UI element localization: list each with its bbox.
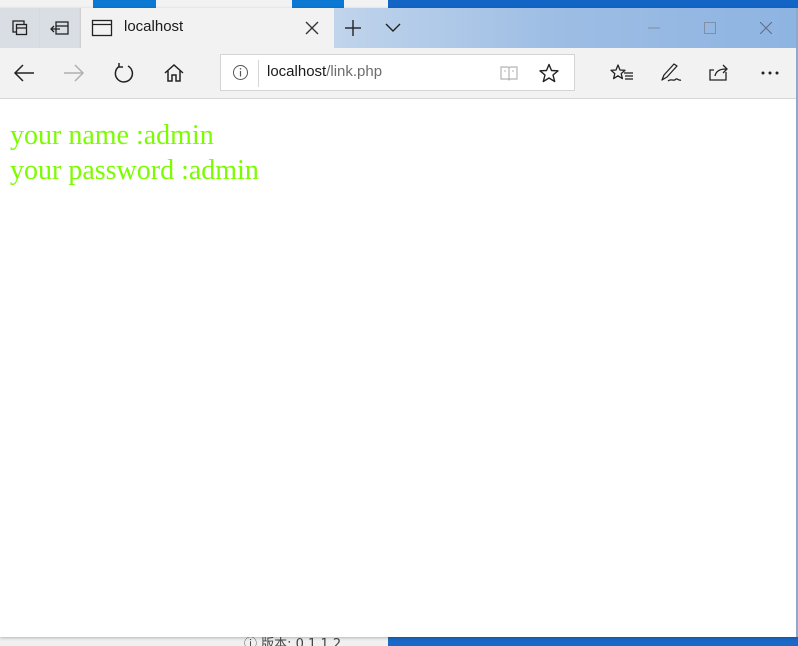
desktop-background-bottom: ⓘ 版本: 0.1.1.2 (0, 637, 798, 646)
forward-button[interactable] (58, 57, 90, 89)
address-url[interactable]: localhost/link.php (267, 63, 382, 80)
tab-preview-button[interactable] (40, 8, 79, 48)
address-divider (258, 60, 259, 87)
favorite-star-icon[interactable] (539, 63, 559, 83)
set-aside-tabs-icon (11, 19, 29, 37)
password-line: your password :admin (10, 155, 259, 186)
page-icon (91, 18, 113, 38)
close-window-button[interactable] (738, 8, 794, 48)
forward-arrow-icon (63, 64, 85, 82)
home-button[interactable] (158, 57, 190, 89)
tab-list-chevron-icon (384, 22, 402, 34)
share-button[interactable] (704, 57, 736, 89)
pen-icon (659, 62, 683, 84)
set-aside-tabs-button[interactable] (0, 8, 39, 48)
share-icon (708, 63, 732, 83)
refresh-button[interactable] (108, 57, 140, 89)
desktop-strip (93, 0, 156, 8)
home-icon (163, 63, 185, 83)
desktop-strip (388, 0, 798, 8)
close-icon (304, 20, 320, 36)
close-tab-button[interactable] (302, 18, 322, 38)
maximize-icon (704, 22, 716, 34)
notes-pen-button[interactable] (655, 57, 687, 89)
tab-title: localhost (124, 18, 184, 35)
back-button[interactable] (8, 57, 40, 89)
new-tab-button[interactable] (340, 18, 366, 38)
reading-view-icon[interactable] (499, 64, 519, 82)
url-host: localhost (267, 63, 327, 80)
tab-list-button[interactable] (380, 18, 406, 38)
page-content: your name :admin your password :admin (0, 99, 796, 637)
more-button[interactable] (754, 57, 786, 89)
url-path: /link.php (326, 63, 383, 80)
tab-bar: localhost (0, 8, 796, 48)
desktop-background-top (0, 0, 798, 8)
navigation-bar: localhost/link.php (0, 48, 796, 99)
more-icon (760, 70, 780, 76)
info-icon[interactable] (232, 64, 249, 81)
refresh-icon (113, 62, 135, 84)
favorites-list-icon (610, 63, 634, 83)
new-tab-icon (344, 19, 362, 37)
minimize-button[interactable] (626, 8, 682, 48)
minimize-icon (648, 22, 660, 34)
favorites-list-button[interactable] (606, 57, 638, 89)
address-bar[interactable]: localhost/link.php (220, 54, 575, 91)
close-window-icon (760, 22, 772, 34)
back-arrow-icon (13, 64, 35, 82)
browser-window: localhost localhost/link.php your name:… (0, 8, 798, 637)
desktop-strip (292, 0, 344, 8)
name-line: your name :admin (10, 120, 214, 151)
background-version-text: ⓘ 版本: 0.1.1.2 (244, 637, 342, 646)
maximize-button[interactable] (682, 8, 738, 48)
tab-preview-icon (49, 20, 70, 36)
active-tab[interactable]: localhost (80, 8, 334, 48)
desktop-strip (388, 637, 798, 646)
